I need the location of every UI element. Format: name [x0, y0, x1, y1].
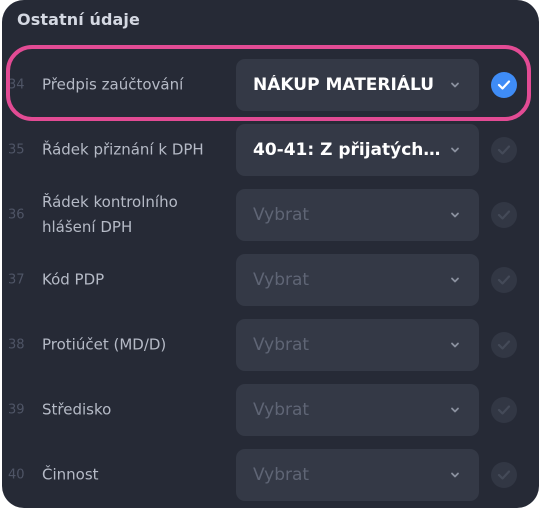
- select-placeholder: Vybrat: [253, 205, 310, 225]
- row-confirm-checkbox[interactable]: [491, 462, 517, 488]
- checkmark-icon: [497, 145, 511, 155]
- section-title: Ostatní údaje: [17, 10, 140, 29]
- checkmark-icon: [497, 405, 511, 415]
- contra-account-select[interactable]: Vybrat: [236, 319, 479, 371]
- checkmark-icon: [497, 275, 511, 285]
- row-number: 35: [8, 142, 25, 158]
- select-value: 40-41: Z přijatých zdanitelných plnění: [253, 140, 441, 160]
- form-row-control-statement-line: 36 Řádek kontrolního hlášení DPH Vybrat: [2, 183, 539, 247]
- row-confirm-checkbox[interactable]: [491, 137, 517, 163]
- other-details-panel: Ostatní údaje 34 Předpis zaúčtování NÁKU…: [2, 0, 539, 508]
- field-label-cost-center: Středisko: [42, 400, 112, 419]
- form-row-reverse-charge-code: 37 Kód PDP Vybrat: [2, 248, 539, 312]
- chevron-down-icon: [451, 277, 459, 283]
- vat-return-line-select[interactable]: 40-41: Z přijatých zdanitelných plnění: [236, 124, 479, 176]
- field-label-posting-rule: Předpis zaúčtování: [42, 75, 184, 94]
- form-row-vat-return-line: 35 Řádek přiznání k DPH 40-41: Z přijatý…: [2, 118, 539, 182]
- checkmark-icon: [497, 80, 511, 90]
- form-row-activity: 40 Činnost Vybrat: [2, 443, 539, 507]
- form-row-cost-center: 39 Středisko Vybrat: [2, 378, 539, 442]
- row-number: 37: [8, 272, 25, 288]
- form-row-contra-account: 38 Protiúčet (MD/D) Vybrat: [2, 313, 539, 377]
- field-label-vat-return-line: Řádek přiznání k DPH: [42, 140, 204, 159]
- row-number: 36: [8, 207, 25, 223]
- posting-rule-select[interactable]: NÁKUP MATERIÁLU: [236, 59, 479, 111]
- row-confirm-checkbox[interactable]: [491, 397, 517, 423]
- chevron-down-icon: [451, 342, 459, 348]
- select-placeholder: Vybrat: [253, 465, 310, 485]
- chevron-down-icon: [451, 82, 459, 88]
- field-label-reverse-charge-code: Kód PDP: [42, 270, 105, 289]
- select-placeholder: Vybrat: [253, 400, 310, 420]
- row-confirm-checkbox[interactable]: [491, 72, 517, 98]
- form-row-posting-rule: 34 Předpis zaúčtování NÁKUP MATERIÁLU: [2, 53, 539, 117]
- cost-center-select[interactable]: Vybrat: [236, 384, 479, 436]
- chevron-down-icon: [451, 472, 459, 478]
- field-label-control-statement-line: Řádek kontrolního hlášení DPH: [42, 193, 178, 236]
- activity-select[interactable]: Vybrat: [236, 449, 479, 501]
- select-placeholder: Vybrat: [253, 270, 310, 290]
- checkmark-icon: [497, 340, 511, 350]
- chevron-down-icon: [451, 407, 459, 413]
- row-number: 38: [8, 337, 25, 353]
- row-number: 40: [8, 467, 25, 483]
- control-statement-line-select[interactable]: Vybrat: [236, 189, 479, 241]
- row-confirm-checkbox[interactable]: [491, 202, 517, 228]
- select-value: NÁKUP MATERIÁLU: [253, 75, 435, 95]
- checkmark-icon: [497, 470, 511, 480]
- row-confirm-checkbox[interactable]: [491, 267, 517, 293]
- chevron-down-icon: [451, 147, 459, 153]
- chevron-down-icon: [451, 212, 459, 218]
- field-label-activity: Činnost: [42, 465, 99, 484]
- row-number: 34: [8, 77, 25, 93]
- select-placeholder: Vybrat: [253, 335, 310, 355]
- field-label-contra-account: Protiúčet (MD/D): [42, 335, 167, 354]
- row-number: 39: [8, 402, 25, 418]
- checkmark-icon: [497, 210, 511, 220]
- row-confirm-checkbox[interactable]: [491, 332, 517, 358]
- reverse-charge-code-select[interactable]: Vybrat: [236, 254, 479, 306]
